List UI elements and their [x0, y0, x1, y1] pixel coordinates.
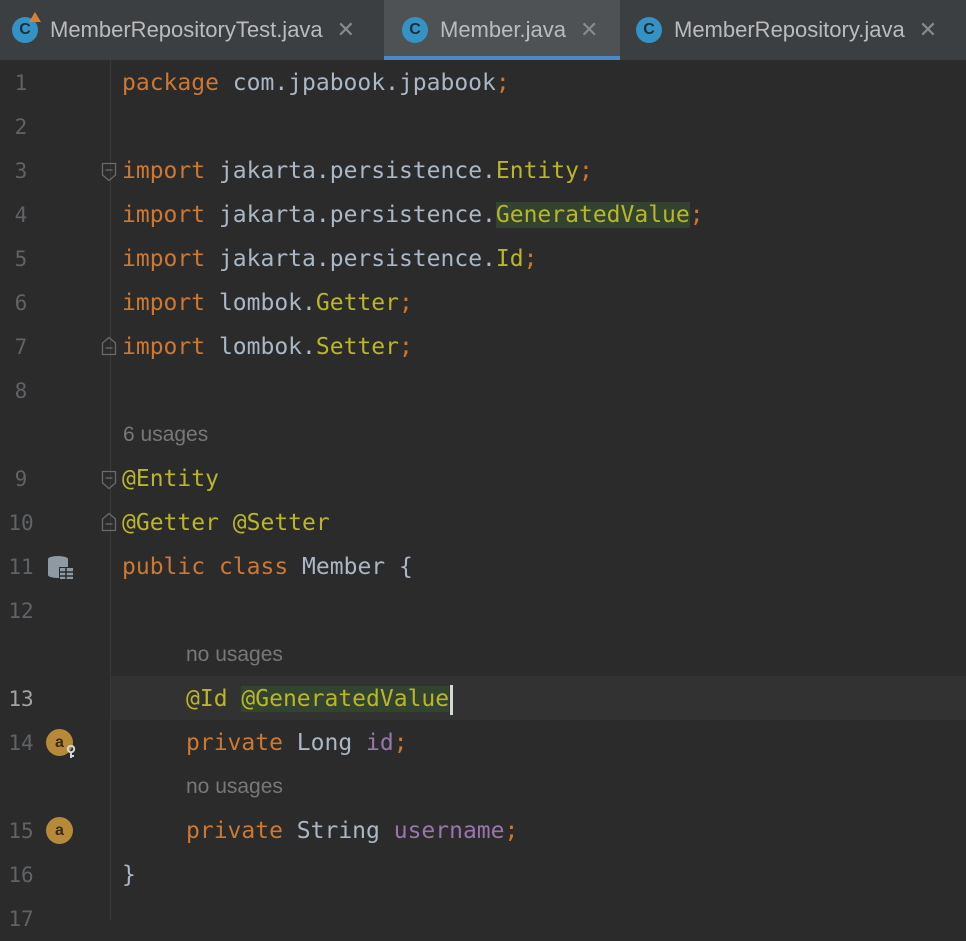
class-icon: C [402, 17, 428, 43]
fold-end-icon[interactable] [101, 512, 117, 532]
code-line-import[interactable]: import jakarta.persistence.Entity; [122, 149, 593, 193]
line-number: 8 [14, 379, 28, 403]
line-number: 16 [8, 863, 34, 887]
code-line-package[interactable]: package com.jpabook.jpabook; [122, 61, 510, 105]
code-line-annotation-current[interactable]: @Id @GeneratedValue [186, 677, 454, 721]
code-line-import[interactable]: import jakarta.persistence.Id; [122, 237, 537, 281]
line-number: 9 [14, 467, 28, 491]
close-icon[interactable]: ✕ [919, 17, 937, 43]
line-number: 15 [8, 819, 34, 843]
line-number: 14 [8, 731, 34, 755]
line-number-current: 13 [8, 687, 34, 711]
line-number: 3 [14, 159, 28, 183]
line-number: 12 [8, 599, 34, 623]
text-cursor [450, 684, 454, 715]
fold-end-icon[interactable] [101, 336, 117, 356]
close-icon[interactable]: ✕ [580, 17, 598, 43]
field-key-icon[interactable]: a [46, 729, 76, 758]
line-number: 10 [8, 511, 34, 535]
line-number: 4 [14, 203, 28, 227]
code-line-annotation[interactable]: @Entity [122, 457, 219, 501]
editor-tab-bar: C MemberRepositoryTest.java ✕ C Member.j… [0, 0, 966, 61]
code-line-annotation[interactable]: @Getter @Setter [122, 501, 330, 545]
tab-member-repository[interactable]: C MemberRepository.java ✕ [620, 0, 966, 60]
usages-hint[interactable]: no usages [186, 633, 283, 677]
code-line-closing-brace[interactable]: } [122, 853, 136, 897]
usages-hint[interactable]: 6 usages [123, 413, 208, 457]
code-line-import[interactable]: import lombok.Getter; [122, 281, 413, 325]
tab-member-repository-test[interactable]: C MemberRepositoryTest.java ✕ [0, 0, 384, 60]
fold-start-icon[interactable] [101, 470, 117, 490]
close-icon[interactable]: ✕ [337, 17, 355, 43]
line-number: 6 [14, 291, 28, 315]
line-number: 17 [8, 907, 34, 931]
class-icon: C [636, 17, 662, 43]
usages-hint[interactable]: no usages [186, 765, 283, 809]
class-test-icon: C [12, 12, 41, 43]
line-number: 11 [8, 555, 34, 579]
active-tab-indicator [384, 56, 620, 60]
code-line-class-declaration[interactable]: public class Member { [122, 545, 413, 589]
field-icon[interactable]: a [46, 817, 73, 844]
line-number: 5 [14, 247, 28, 271]
code-line-field[interactable]: private Long id; [186, 721, 408, 765]
code-line-import[interactable]: import jakarta.persistence.GeneratedValu… [122, 193, 704, 237]
fold-start-icon[interactable] [101, 162, 117, 182]
database-table-icon[interactable] [47, 555, 75, 586]
tab-label: Member.java [440, 17, 566, 42]
line-number: 2 [14, 115, 28, 139]
tab-label: MemberRepositoryTest.java [50, 17, 323, 42]
tab-label: MemberRepository.java [674, 17, 905, 42]
code-line-import[interactable]: import lombok.Setter; [122, 325, 413, 369]
tab-member[interactable]: C Member.java ✕ [384, 0, 620, 60]
line-number: 1 [14, 71, 28, 95]
line-number: 7 [14, 335, 28, 359]
code-line-field[interactable]: private String username; [186, 809, 518, 853]
